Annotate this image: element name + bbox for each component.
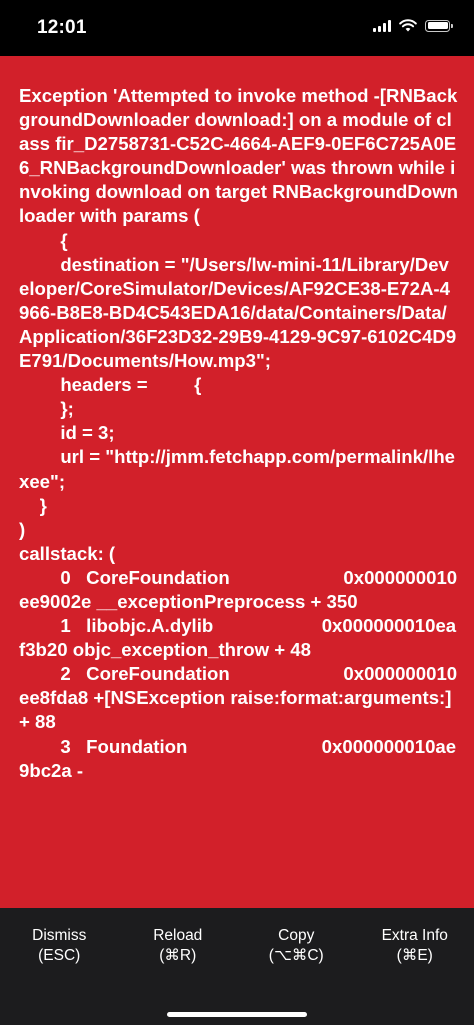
copy-button[interactable]: Copy (⌥⌘C) [237,908,356,1025]
error-message: Exception 'Attempted to invoke method -[… [19,85,459,781]
extra-info-button[interactable]: Extra Info (⌘E) [356,908,474,1025]
cellular-signal-icon [373,19,391,32]
dismiss-label: Dismiss [32,927,87,944]
reload-label: Reload [153,927,203,944]
status-icons [373,19,453,32]
battery-fill [427,22,448,29]
extra-info-shortcut: (⌘E) [396,947,433,964]
dismiss-shortcut: (ESC) [38,947,81,964]
wifi-icon [399,19,417,32]
redbox-button-bar: Dismiss (ESC) Reload (⌘R) Copy (⌥⌘C) Ext… [0,908,474,1025]
status-time: 12:01 [37,17,87,38]
reload-shortcut: (⌘R) [159,947,197,964]
extra-info-label: Extra Info [381,927,448,944]
copy-shortcut: (⌥⌘C) [268,947,324,964]
screen: 12:01 Exception 'Attempted to invoke met… [0,0,474,1025]
reload-button[interactable]: Reload (⌘R) [119,908,238,1025]
battery-icon [425,19,453,32]
home-indicator[interactable] [167,1012,307,1017]
copy-label: Copy [278,927,315,944]
dismiss-button[interactable]: Dismiss (ESC) [0,908,119,1025]
status-bar: 12:01 [0,0,474,56]
error-redbox: Exception 'Attempted to invoke method -[… [0,56,474,908]
